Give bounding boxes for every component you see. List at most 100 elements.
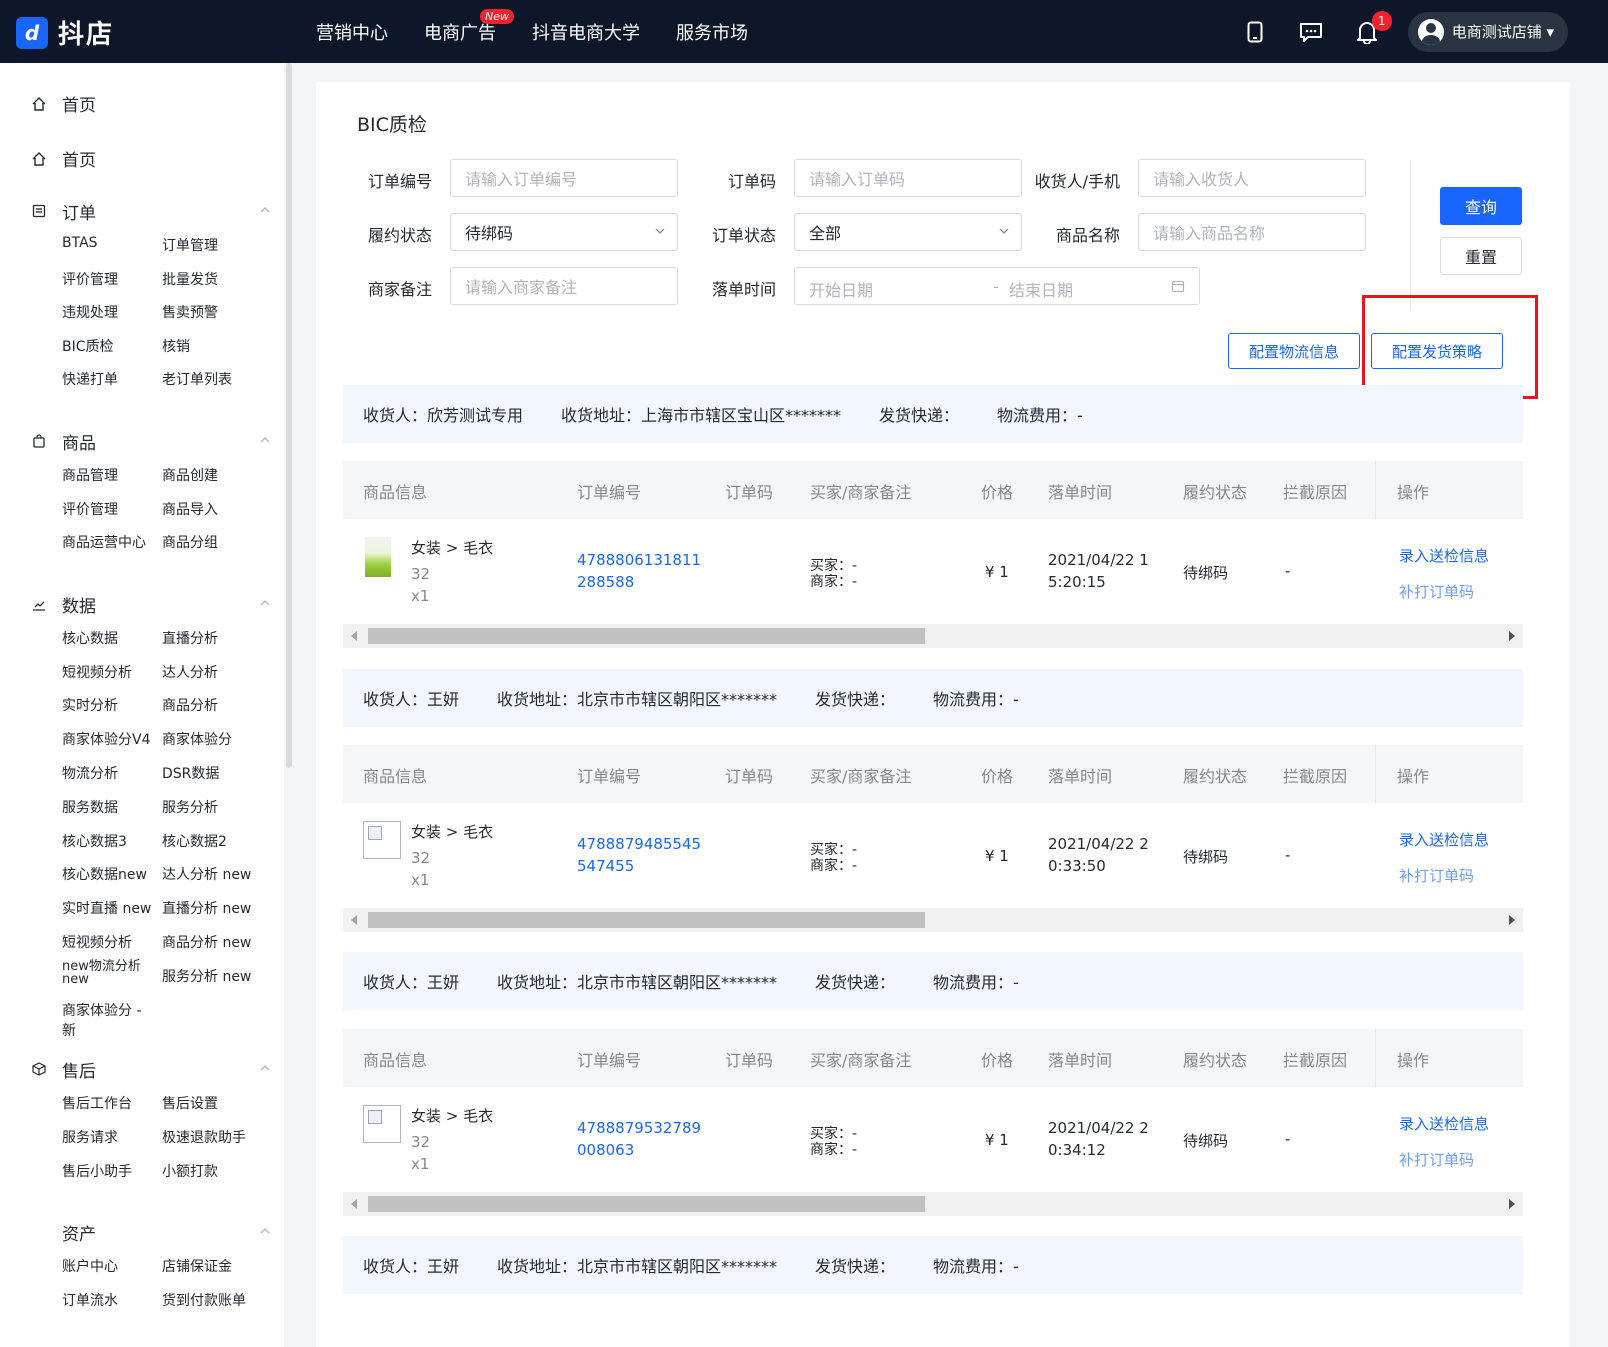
sidebar-link[interactable]: 商品分析: [162, 695, 218, 715]
order-code-input[interactable]: 请输入订单码: [794, 159, 1022, 197]
order-no-link-2[interactable]: 547455: [577, 857, 634, 875]
order-no-link[interactable]: 4788806131811: [577, 551, 701, 569]
sidebar-link[interactable]: 核心数据3: [62, 831, 127, 851]
sidebar-link[interactable]: 商家体验分: [162, 729, 232, 749]
logo[interactable]: d 抖店: [16, 14, 114, 51]
sidebar-link[interactable]: 评价管理: [62, 499, 118, 519]
reset-button[interactable]: 重置: [1440, 237, 1522, 275]
sidebar-link[interactable]: 老订单列表: [162, 369, 232, 389]
sidebar-link[interactable]: 评价管理: [62, 269, 118, 289]
message-icon[interactable]: [1296, 17, 1326, 47]
sidebar-link[interactable]: DSR数据: [162, 763, 219, 783]
order-no-link[interactable]: 4788879532789: [577, 1119, 701, 1137]
sidebar-link[interactable]: 物流分析: [62, 763, 118, 783]
sidebar-link[interactable]: 服务请求: [62, 1127, 118, 1147]
sidebar-link[interactable]: 达人分析: [162, 662, 218, 682]
sidebar-link[interactable]: 直播分析: [162, 628, 218, 648]
receiver-input[interactable]: 请输入收货人: [1138, 159, 1366, 197]
sidebar-item-home-2[interactable]: 首页: [32, 146, 96, 171]
sidebar-link[interactable]: 服务数据: [62, 797, 118, 817]
order-no-link-2[interactable]: 008063: [577, 1141, 634, 1159]
sidebar-link[interactable]: 直播分析 new: [162, 898, 251, 918]
product-name-input[interactable]: 请输入商品名称: [1138, 213, 1366, 251]
reprint-code-link[interactable]: 补打订单码: [1399, 581, 1474, 602]
query-button[interactable]: 查询: [1440, 187, 1522, 225]
sidebar-link[interactable]: 新: [62, 1020, 76, 1040]
config-logistics-button[interactable]: 配置物流信息: [1228, 333, 1360, 369]
sidebar-link[interactable]: 商品分组: [162, 532, 218, 552]
sidebar-head-data[interactable]: 数据: [32, 592, 272, 617]
sidebar-link[interactable]: 小额打款: [162, 1161, 218, 1181]
store-menu[interactable]: 电商测试店铺 ▾: [1407, 11, 1568, 52]
mobile-icon[interactable]: [1240, 17, 1270, 47]
sidebar-link[interactable]: 服务分析 new: [162, 966, 251, 986]
horizontal-scrollbar[interactable]: [343, 908, 1523, 932]
scroll-left-icon[interactable]: [351, 631, 357, 641]
sidebar-link[interactable]: 短视频分析: [62, 932, 132, 952]
order-status-select[interactable]: 全部: [794, 213, 1022, 251]
sidebar-link[interactable]: 核心数据new: [62, 864, 147, 884]
sidebar-link[interactable]: 批量发货: [162, 269, 218, 289]
scroll-left-icon[interactable]: [351, 1199, 357, 1209]
order-no-input[interactable]: 请输入订单编号: [450, 159, 678, 197]
sidebar-link[interactable]: 商品创建: [162, 465, 218, 485]
enter-inspection-link[interactable]: 录入送检信息: [1399, 829, 1489, 850]
sidebar-link[interactable]: 达人分析 new: [162, 864, 251, 884]
sidebar-link[interactable]: 实时分析: [62, 695, 118, 715]
sidebar-link[interactable]: 订单流水: [62, 1290, 118, 1310]
sidebar-link[interactable]: 店铺保证金: [162, 1256, 232, 1276]
sidebar-link[interactable]: 核心数据: [62, 628, 118, 648]
merchant-note-input[interactable]: 请输入商家备注: [450, 267, 678, 305]
sidebar-link[interactable]: 售后工作台: [62, 1093, 132, 1113]
sidebar-head-order[interactable]: 订单: [32, 199, 272, 224]
order-no-link-2[interactable]: 288588: [577, 573, 634, 591]
scroll-right-icon[interactable]: [1509, 915, 1515, 925]
nav-marketing[interactable]: 营销中心: [316, 19, 388, 45]
reprint-code-link[interactable]: 补打订单码: [1399, 865, 1474, 886]
sidebar-link[interactable]: 违规处理: [62, 302, 118, 322]
sidebar-link[interactable]: BTAS: [62, 235, 98, 251]
sidebar-head-assets[interactable]: 资产: [32, 1220, 272, 1245]
reprint-code-link[interactable]: 补打订单码: [1399, 1149, 1474, 1170]
scroll-thumb[interactable]: [368, 628, 925, 644]
order-no-link[interactable]: 4788879485545: [577, 835, 701, 853]
order-time-range[interactable]: 开始日期 - 结束日期: [794, 267, 1200, 305]
scroll-right-icon[interactable]: [1509, 631, 1515, 641]
scroll-thumb[interactable]: [368, 912, 925, 928]
sidebar-scrollbar[interactable]: [286, 63, 292, 768]
sidebar-link[interactable]: 商家体验分V4: [62, 729, 150, 749]
sidebar-head-aftersale[interactable]: 售后: [32, 1057, 272, 1082]
sidebar-link[interactable]: 账户中心: [62, 1256, 118, 1276]
sidebar-link[interactable]: 售卖预警: [162, 302, 218, 322]
bell-icon[interactable]: 1: [1352, 10, 1392, 47]
sidebar-link[interactable]: 核销: [162, 336, 190, 356]
sidebar-link[interactable]: 商品管理: [62, 465, 118, 485]
sidebar-link[interactable]: new物流分析 new: [62, 960, 146, 986]
sidebar-link[interactable]: BIC质检: [62, 336, 114, 356]
nav-ads[interactable]: 电商广告 New: [424, 8, 514, 45]
sidebar-link[interactable]: 实时直播 new: [62, 898, 151, 918]
sidebar-link[interactable]: 商品运营中心: [62, 532, 146, 552]
sidebar-link[interactable]: 售后小助手: [62, 1161, 132, 1181]
enter-inspection-link[interactable]: 录入送检信息: [1399, 1113, 1489, 1134]
sidebar-item-home[interactable]: 首页: [32, 91, 96, 116]
horizontal-scrollbar[interactable]: [343, 1192, 1523, 1216]
sidebar-link[interactable]: 短视频分析: [62, 662, 132, 682]
nav-university[interactable]: 抖音电商大学: [532, 19, 640, 45]
sidebar-link[interactable]: 快递打单: [62, 369, 118, 389]
sidebar-link[interactable]: 商品导入: [162, 499, 218, 519]
nav-service-market[interactable]: 服务市场: [676, 19, 748, 45]
sidebar-link[interactable]: 极速退款助手: [162, 1127, 246, 1147]
sidebar-link[interactable]: 服务分析: [162, 797, 218, 817]
horizontal-scrollbar[interactable]: [343, 624, 1523, 648]
sidebar-link[interactable]: 核心数据2: [162, 831, 227, 851]
sidebar-link[interactable]: 商品分析 new: [162, 932, 251, 952]
scroll-right-icon[interactable]: [1509, 1199, 1515, 1209]
scroll-thumb[interactable]: [368, 1196, 925, 1212]
sidebar-link[interactable]: 货到付款账单: [162, 1290, 246, 1310]
sidebar-head-product[interactable]: 商品: [32, 429, 272, 454]
enter-inspection-link[interactable]: 录入送检信息: [1399, 545, 1489, 566]
sidebar-link[interactable]: 商家体验分 -: [62, 1000, 142, 1020]
scroll-left-icon[interactable]: [351, 915, 357, 925]
fulfill-status-select[interactable]: 待绑码: [450, 213, 678, 251]
